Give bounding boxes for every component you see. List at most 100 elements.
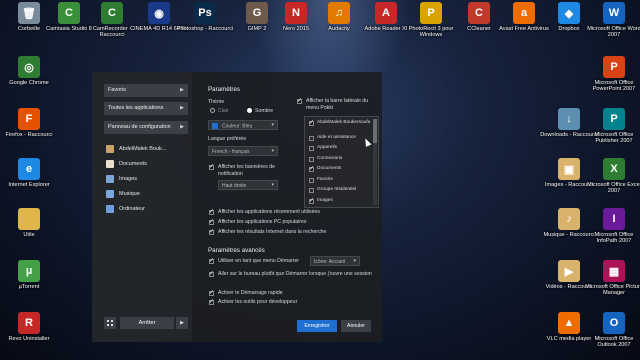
desktop-shortcut[interactable]: P Microsoft Office Publisher 2007 (585, 108, 640, 145)
desktop-shortcut[interactable]: µ µTorrent (0, 260, 58, 290)
desktop-shortcut[interactable]: e Internet Explorer (0, 158, 58, 188)
desktop-shortcut[interactable]: X Microsoft Office Excel 2007 (585, 158, 640, 195)
videos-folder-icon: ▶ (558, 260, 580, 282)
desktop-shortcut-label: Utile (23, 232, 35, 238)
sidebar-items-list[interactable]: AbdelMalek BoukersoufaAide et assistance… (304, 116, 379, 208)
desktop-shortcut[interactable]: O Microsoft Office Outlook 2007 (585, 312, 640, 349)
option-label: Afficher les applications PC populaires (218, 219, 307, 225)
desktop-shortcut-label: Microsoft Office Word 2007 (587, 26, 640, 39)
fast-start-checkbox[interactable] (209, 289, 214, 296)
photorecit-icon: P (420, 2, 442, 24)
theme-label: Thème (208, 99, 225, 105)
all-apps-grid-button[interactable] (104, 317, 116, 329)
desktop-shortcut[interactable]: ◎ Google Chrome (0, 56, 58, 86)
icon-dropdown[interactable]: Icône: Accueil ▾ (310, 256, 360, 266)
chevron-right-icon: ▶ (180, 105, 184, 111)
chevron-down-icon: ▾ (271, 182, 274, 188)
library-item[interactable]: AbdelMalek Bouk... (106, 145, 166, 153)
shutdown-options-button[interactable]: ▶ (176, 317, 188, 329)
desktop-shortcut-label: Firefox - Raccourci (5, 132, 53, 138)
dropbox-icon: ◆ (558, 2, 580, 24)
photoshop-icon: Ps (194, 2, 216, 24)
sidebar-item-checkbox[interactable] (309, 135, 314, 141)
desktop-shortcut[interactable]: I Microsoft Office InfoPath 2007 (585, 208, 640, 245)
color-swatch (212, 122, 218, 129)
picture-manager-icon: ▦ (603, 260, 625, 282)
sidebar-item-checkbox[interactable] (309, 146, 314, 151)
fast-start-label: Activer le Démarrage rapide (218, 290, 283, 296)
language-dropdown[interactable]: French - français ▾ (208, 146, 278, 156)
desktop-shortcut[interactable]: R Revo Uninstaller (0, 312, 58, 342)
chevron-down-icon: ▾ (353, 258, 356, 264)
images-icon (106, 175, 114, 183)
option-checkbox[interactable] (209, 228, 214, 235)
list-scrollbar[interactable] (373, 119, 377, 205)
library-item[interactable]: Ordinateur (106, 205, 145, 213)
chevron-down-icon: ▾ (271, 122, 274, 128)
favorites-button[interactable]: Favoris ▶ (104, 84, 188, 97)
sidebar-item-checkbox[interactable] (309, 165, 314, 172)
gimp-icon: G (246, 2, 268, 24)
library-item-label: Images (119, 176, 138, 182)
computer-icon (106, 205, 114, 213)
sidebar-label: Afficher la barre latérale du menu Pokki (306, 98, 369, 111)
camtasia-icon: C (58, 2, 80, 24)
theme-light-radio[interactable] (210, 108, 215, 113)
user-folder-icon (106, 145, 114, 153)
icon-value: Icône: Accueil (314, 258, 345, 265)
chevron-right-icon: ▶ (180, 87, 184, 93)
dev-tools-checkbox[interactable] (209, 298, 214, 305)
chrome-icon: ◎ (18, 56, 40, 78)
chevron-right-icon: ▶ (180, 124, 184, 130)
option-checkbox[interactable] (209, 208, 214, 215)
desktop-shortcut-label: Microsoft Office Publisher 2007 (594, 132, 634, 145)
library-item[interactable]: Images (106, 175, 137, 183)
option-label: Afficher les applications récemment util… (218, 209, 320, 215)
control-panel-button[interactable]: Panneau de configuration ▶ (104, 121, 188, 134)
color-dropdown[interactable]: Couleur: Bleu ▾ (208, 120, 278, 130)
sidebar-item-checkbox[interactable] (309, 119, 314, 126)
library-item-label: Musique (119, 191, 140, 197)
vlc-icon: ▲ (558, 312, 580, 334)
sidebar-item-checkbox[interactable] (309, 188, 314, 193)
revo-icon: R (18, 312, 40, 334)
notification-position-dropdown[interactable]: Haut droite ▾ (218, 180, 278, 190)
advanced-settings-title: Paramètres avancés (208, 247, 265, 254)
sidebar-checkbox[interactable] (297, 97, 302, 104)
word-icon: W (603, 2, 625, 24)
sidebar-item-label: Favoris (317, 176, 333, 182)
infopath-icon: I (603, 208, 625, 230)
sidebar-item-label: Documents (317, 166, 342, 171)
theme-dark-radio[interactable] (247, 108, 252, 113)
save-button[interactable]: Enregistrer (297, 320, 337, 332)
notifications-checkbox[interactable] (209, 163, 214, 170)
chevron-down-icon: ▾ (271, 148, 274, 154)
desktop-shortcut-label: Microsoft Office Outlook 2007 (594, 336, 634, 349)
desktop-shortcut[interactable]: F Firefox - Raccourci (0, 108, 58, 138)
start-menu-settings-panel: Favoris ▶ Toutes les applications ▶ Pann… (92, 72, 382, 342)
utorrent-icon: µ (18, 260, 40, 282)
nero-icon: N (285, 2, 307, 24)
use-as-start-checkbox[interactable] (209, 257, 214, 264)
desktop-shortcut-label: Microsoft Office PowerPoint 2007 (592, 80, 636, 93)
desktop-shortcut[interactable]: ▦ Microsoft Office Picture Manager (585, 260, 640, 297)
option-checkbox[interactable] (209, 218, 214, 225)
desktop-shortcut[interactable]: W Microsoft Office Word 2007 (585, 2, 640, 39)
desktop-on-login-checkbox[interactable] (209, 270, 214, 277)
music-icon (106, 190, 114, 198)
all-apps-button[interactable]: Toutes les applications ▶ (104, 102, 188, 115)
cancel-button[interactable]: Annuler (341, 320, 371, 332)
library-item[interactable]: Musique (106, 190, 140, 198)
camrecorder-icon: C (101, 2, 123, 24)
library-item[interactable]: Documents (106, 160, 147, 168)
library-item-label: Documents (119, 161, 147, 167)
shutdown-button[interactable]: Arrêter (120, 317, 174, 329)
desktop-shortcut[interactable]: Utile (0, 208, 58, 238)
sidebar-item-checkbox[interactable] (309, 177, 314, 183)
sidebar-item-checkbox[interactable] (309, 197, 314, 204)
desktop-shortcut[interactable]: Ps Photoshop - Raccourci (176, 2, 234, 32)
desktop-shortcut[interactable]: P Microsoft Office PowerPoint 2007 (585, 56, 640, 93)
sidebar-item-checkbox[interactable] (309, 156, 314, 162)
avast-icon: a (513, 2, 535, 24)
scroll-thumb[interactable] (373, 119, 377, 143)
